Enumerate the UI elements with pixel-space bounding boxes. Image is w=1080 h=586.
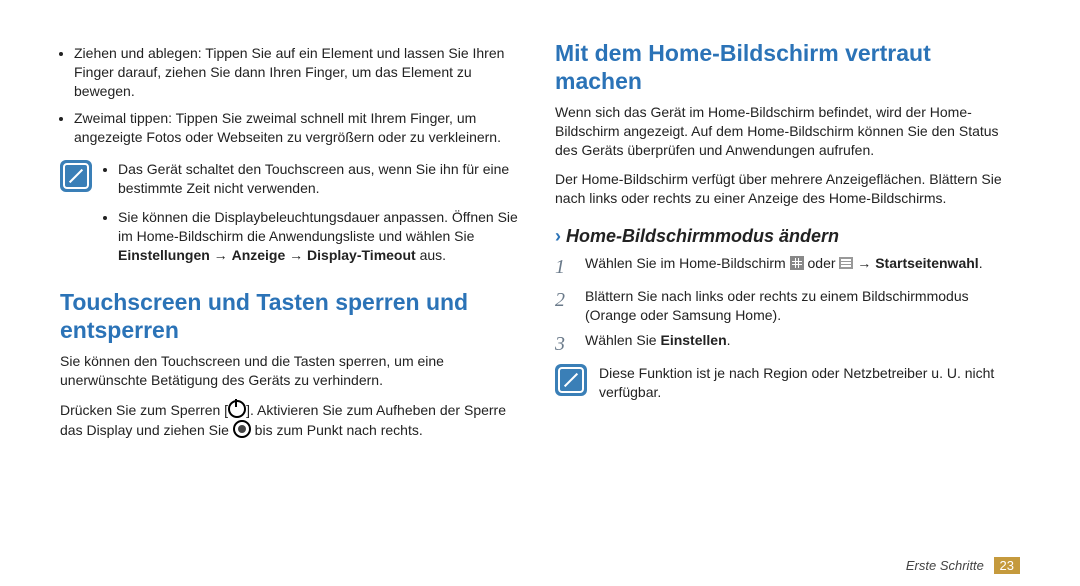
text: oder bbox=[804, 255, 840, 271]
steps-list: 1 Wählen Sie im Home-Bildschirm oder → S… bbox=[555, 254, 1020, 358]
note-icon bbox=[555, 364, 587, 396]
heading-home-screen: Mit dem Home-Bildschirm vertraut machen bbox=[555, 40, 1020, 95]
subheading-text: Home-Bildschirmmodus ändern bbox=[566, 226, 839, 246]
text: Wählen Sie bbox=[585, 332, 660, 348]
bold-einstellungen: Einstellungen bbox=[118, 247, 210, 263]
menu-lines-icon bbox=[839, 257, 853, 269]
text: . bbox=[727, 332, 731, 348]
arrow: → bbox=[285, 247, 307, 263]
note-text: aus. bbox=[416, 247, 446, 263]
text: . bbox=[979, 255, 983, 271]
step-1: 1 Wählen Sie im Home-Bildschirm oder → S… bbox=[555, 254, 1020, 281]
step-number: 3 bbox=[555, 331, 573, 358]
text: bis zum Punkt nach rechts. bbox=[251, 422, 423, 438]
para-home-desc1: Wenn sich das Gerät im Home-Bildschirm b… bbox=[555, 103, 1020, 160]
apps-grid-icon bbox=[790, 256, 804, 270]
note-list: Das Gerät schaltet den Touchscreen aus, … bbox=[104, 160, 525, 274]
text: Wählen Sie im Home-Bildschirm bbox=[585, 255, 790, 271]
step-2: 2 Blättern Sie nach links oder rechts zu… bbox=[555, 287, 1020, 325]
arrow: → bbox=[210, 247, 232, 263]
subheading-change-mode: › Home-Bildschirmmodus ändern bbox=[555, 224, 1020, 248]
step-number: 2 bbox=[555, 287, 573, 325]
step-3-text: Wählen Sie Einstellen. bbox=[585, 331, 731, 358]
page-number: 23 bbox=[994, 557, 1020, 574]
para-home-desc2: Der Home-Bildschirm verfügt über mehrere… bbox=[555, 170, 1020, 208]
bold-startseitenwahl: Startseitenwahl bbox=[875, 255, 978, 271]
bold-anzeige: Anzeige bbox=[232, 247, 286, 263]
note-text: Sie können die Displaybeleuchtungsdauer … bbox=[118, 209, 518, 244]
chevron-icon: › bbox=[555, 226, 561, 246]
note-box-right: Diese Funktion ist je nach Region oder N… bbox=[555, 364, 1020, 402]
step-number: 1 bbox=[555, 254, 573, 281]
bullet-double-tap: Zweimal tippen: Tippen Sie zweimal schne… bbox=[74, 109, 525, 147]
para-lock-desc: Sie können den Touchscreen und die Taste… bbox=[60, 352, 525, 390]
note-box-left: Das Gerät schaltet den Touchscreen aus, … bbox=[60, 160, 525, 274]
note-item-timeout: Das Gerät schaltet den Touchscreen aus, … bbox=[118, 160, 525, 198]
footer-section: Erste Schritte bbox=[906, 558, 984, 573]
left-column: Ziehen und ablegen: Tippen Sie auf ein E… bbox=[60, 30, 525, 576]
page-footer: Erste Schritte 23 bbox=[906, 557, 1020, 574]
step-2-text: Blättern Sie nach links oder rechts zu e… bbox=[585, 287, 1020, 325]
para-lock-instructions: Drücken Sie zum Sperren []. Aktivieren S… bbox=[60, 400, 525, 440]
heading-lock-unlock: Touchscreen und Tasten sperren und entsp… bbox=[60, 289, 525, 344]
note-icon bbox=[60, 160, 92, 192]
bold-display-timeout: Display-Timeout bbox=[307, 247, 416, 263]
bold-einstellen: Einstellen bbox=[660, 332, 726, 348]
step-1-text: Wählen Sie im Home-Bildschirm oder → Sta… bbox=[585, 254, 983, 281]
arrow: → bbox=[853, 255, 875, 271]
gesture-bullets: Ziehen und ablegen: Tippen Sie auf ein E… bbox=[60, 44, 525, 146]
note-item-backlight: Sie können die Displaybeleuchtungsdauer … bbox=[118, 208, 525, 265]
power-icon bbox=[228, 400, 246, 418]
bullet-drag-drop: Ziehen und ablegen: Tippen Sie auf ein E… bbox=[74, 44, 525, 101]
unlock-dot-icon bbox=[233, 420, 251, 438]
note-region-text: Diese Funktion ist je nach Region oder N… bbox=[599, 364, 1020, 402]
step-3: 3 Wählen Sie Einstellen. bbox=[555, 331, 1020, 358]
text: Drücken Sie zum Sperren [ bbox=[60, 402, 228, 418]
manual-page: Ziehen und ablegen: Tippen Sie auf ein E… bbox=[0, 0, 1080, 586]
right-column: Mit dem Home-Bildschirm vertraut machen … bbox=[555, 30, 1020, 576]
